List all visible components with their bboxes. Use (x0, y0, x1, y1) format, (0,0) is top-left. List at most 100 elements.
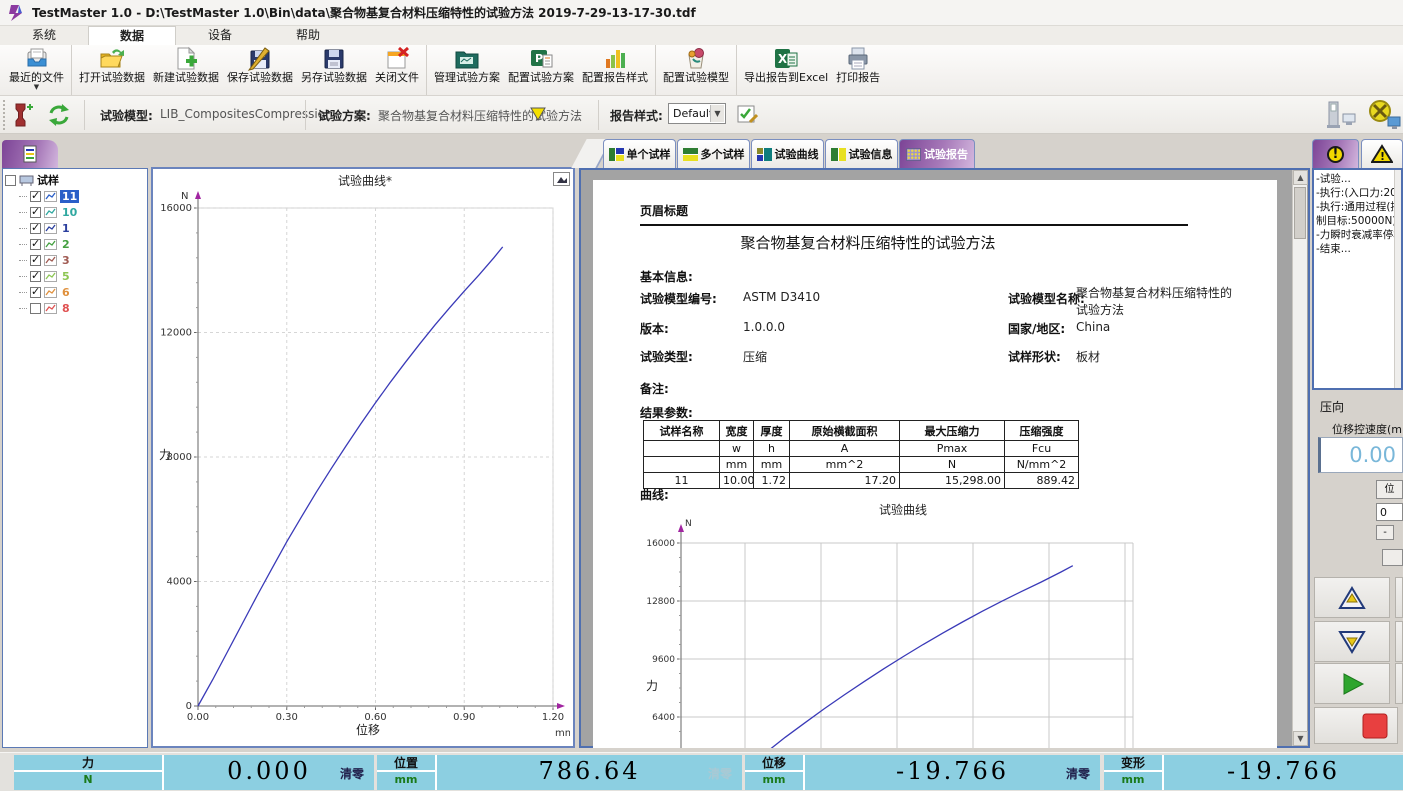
report-style-icon (602, 46, 628, 71)
open-data-button[interactable]: 打开试验数据 (75, 45, 149, 95)
tree-item-specimen[interactable]: 2 (19, 236, 145, 252)
table-header-cell: 最大压缩力 (900, 421, 1005, 441)
refresh-icon[interactable] (46, 102, 72, 128)
checkbox[interactable] (30, 271, 41, 282)
tab-multi-specimen[interactable]: 多个试样 (677, 139, 750, 168)
scheme-dropdown-icon[interactable] (528, 105, 548, 123)
table-header-cell: 厚度 (754, 421, 790, 441)
tab-test-report[interactable]: 试验报告 (899, 139, 975, 168)
tab-specimen-list[interactable] (2, 140, 58, 168)
cut-off-button[interactable] (1395, 621, 1403, 662)
chart-tool-button[interactable] (553, 172, 570, 186)
checkbox[interactable] (30, 303, 41, 314)
readout-label: 变形 mm (1104, 755, 1164, 790)
basic-info-label: 基本信息: (640, 268, 693, 285)
tree-item-specimen[interactable]: 6 (19, 284, 145, 300)
cut-off-button[interactable] (1395, 663, 1403, 704)
speed-value-box[interactable]: 0.00 (1318, 437, 1403, 473)
svg-text:9600: 9600 (652, 655, 675, 665)
specimen-group-icon (19, 174, 34, 187)
position-readout: 位置 mm 786.64 清零 (377, 755, 742, 790)
menu-data[interactable]: 数据 (88, 26, 176, 45)
jog-up-button[interactable] (1314, 577, 1390, 618)
manage-scheme-button[interactable]: 管理试验方案 (430, 45, 504, 95)
report-style-select[interactable]: Default ▼ (668, 103, 726, 124)
curve-chip-icon (44, 191, 57, 202)
checkbox[interactable] (30, 223, 41, 234)
start-test-button[interactable] (1314, 663, 1390, 704)
config-scheme-button[interactable]: P 配置试验方案 (504, 45, 578, 95)
checkbox[interactable] (30, 207, 41, 218)
scroll-up-arrow[interactable]: ▲ (1293, 170, 1308, 185)
jog-down-button[interactable] (1314, 621, 1390, 662)
save-data-button[interactable]: 保存试验数据 (223, 45, 297, 95)
svg-text:12800: 12800 (646, 597, 675, 607)
tree-item-specimen[interactable]: 11 (19, 188, 145, 204)
export-excel-icon: X (773, 46, 799, 71)
tab-alert-log[interactable]: ! (1312, 139, 1359, 168)
table-cell: 1.72 (754, 473, 790, 489)
tab-test-info[interactable]: 试验信息 (825, 139, 898, 168)
checkbox[interactable] (30, 287, 41, 298)
save-as-data-button[interactable]: 另存试验数据 (297, 45, 371, 95)
svg-text:4000: 4000 (167, 577, 192, 588)
menu-system[interactable]: 系统 (0, 26, 88, 45)
config-model-button[interactable]: 配置试验模型 (659, 45, 733, 95)
zero-button[interactable]: 清零 (708, 765, 732, 782)
field-value: China (1076, 320, 1110, 334)
tree-root-specimens[interactable]: 试样 (5, 172, 145, 188)
scroll-down-arrow[interactable]: ▼ (1293, 731, 1308, 746)
tree-item-specimen[interactable]: 10 (19, 204, 145, 220)
stop-icon (1362, 713, 1388, 739)
toolbar-group-file: 打开试验数据 新建试验数据 保存试验数据 另存试验数据 关闭文件 (71, 45, 426, 95)
scheme-value: 聚合物基复合材料压缩特性的试验方法 (378, 107, 582, 124)
tab-single-specimen[interactable]: 单个试样 (603, 139, 676, 168)
tree-item-specimen[interactable]: 8 (19, 300, 145, 316)
tab-test-curve[interactable]: 试验曲线 (751, 139, 824, 168)
report-scrollbar[interactable]: ▲ ▼ (1292, 170, 1307, 746)
table-cell: w (720, 441, 754, 457)
print-report-button[interactable]: 打印报告 (832, 45, 884, 95)
cut-off-button[interactable] (1395, 577, 1403, 618)
exclamation-circle-icon: ! (1327, 146, 1344, 163)
stop-test-button[interactable] (1314, 707, 1398, 744)
checkbox[interactable] (30, 239, 41, 250)
tree-item-specimen[interactable]: 5 (19, 268, 145, 284)
checkbox[interactable] (30, 255, 41, 266)
specimen-add-icon[interactable] (12, 102, 34, 128)
curve-chip-icon (44, 255, 57, 266)
readout-value: -19.766 (805, 757, 1100, 785)
chevron-down-icon: ▼ (710, 105, 724, 122)
menu-device[interactable]: 设备 (176, 26, 264, 45)
zero-button[interactable]: 清零 (340, 765, 364, 782)
speed-step-input[interactable] (1376, 503, 1403, 521)
tree-connector (19, 292, 27, 293)
tree-item-specimen[interactable]: 3 (19, 252, 145, 268)
menu-help[interactable]: 帮助 (264, 26, 352, 45)
close-file-button[interactable]: 关闭文件 (371, 45, 423, 95)
log-scrollbar[interactable] (1394, 170, 1401, 388)
report-page: 页眉标题 聚合物基复合材料压缩特性的试验方法 基本信息: 试验模型编号: AST… (593, 180, 1277, 748)
tree-items: 11 10 1 2 3 (5, 188, 145, 316)
remark-label: 备注: (640, 380, 669, 397)
svg-text:N: N (685, 519, 692, 529)
checkbox[interactable] (30, 191, 41, 202)
recent-files-button[interactable]: 最近的文件 ▼ (5, 45, 68, 95)
toolbar-grip (3, 100, 7, 130)
report-style-button[interactable]: 配置报告样式 (578, 45, 652, 95)
field-value: 聚合物基复合材料压缩特性的试验方法 (1076, 284, 1238, 318)
field-label: 版本: (640, 320, 669, 337)
speed-unit-button[interactable]: 位 (1376, 480, 1403, 499)
decrement-button[interactable]: - (1376, 525, 1394, 540)
checkbox[interactable] (5, 175, 16, 186)
zero-button[interactable]: 清零 (1066, 765, 1090, 782)
tree-item-specimen[interactable]: 1 (19, 220, 145, 236)
new-data-button[interactable]: 新建试验数据 (149, 45, 223, 95)
export-excel-button[interactable]: X 导出报告到Excel (740, 45, 832, 95)
save-as-data-icon (321, 46, 347, 71)
report-style-edit-icon[interactable] (736, 103, 758, 125)
specimen-label: 10 (60, 206, 79, 219)
scrollbar-thumb[interactable] (1294, 187, 1306, 239)
tab-warning[interactable]: ! (1361, 139, 1403, 168)
cut-off-button[interactable] (1382, 549, 1403, 566)
